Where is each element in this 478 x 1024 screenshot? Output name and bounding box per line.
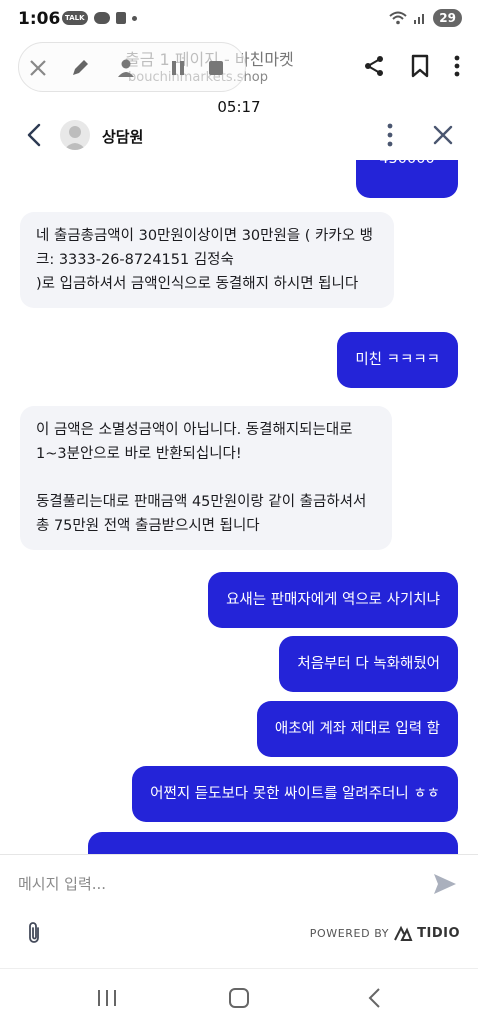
download-icon (115, 12, 126, 24)
bookmark-icon[interactable] (410, 54, 430, 78)
more-vert-icon[interactable] (454, 55, 460, 77)
outgoing-message: 요새는 판매자에게 역으로 사기치냐 (208, 572, 458, 628)
powered-by-label: POWERED BY (309, 926, 390, 940)
kakaotalk-icon: TALK (62, 11, 88, 25)
outgoing-message: 미친 ㅋㅋㅋㅋ (337, 332, 458, 388)
outgoing-message: 처음부터 다 녹화해뒀어 (279, 636, 458, 692)
more-vert-icon[interactable] (386, 122, 394, 152)
outgoing-message (88, 832, 458, 854)
screen-recorder-controls[interactable] (18, 42, 246, 92)
home-icon[interactable] (228, 987, 250, 1013)
powered-by-tidio[interactable]: POWERED BY TIDIO (310, 924, 460, 942)
back-icon[interactable] (366, 987, 382, 1013)
outgoing-message: 애초에 계좌 제대로 입력 함 (256, 701, 458, 757)
message-list[interactable]: 450000 네 출금총금액이 30만원이상이면 30만원을 ( 카카오 뱅크:… (0, 160, 478, 854)
browser-toolbar: 출금 1 페이지 - 바친마켓 bouchinmarkets.shop (0, 40, 478, 96)
person-icon[interactable] (115, 57, 137, 79)
share-icon[interactable] (362, 54, 386, 78)
system-nav-bar (0, 968, 478, 1024)
battery-icon: 29 (433, 9, 462, 27)
dot-icon (131, 15, 137, 21)
stop-icon[interactable] (205, 57, 227, 79)
status-bar: 1:06 TALK 29 (0, 0, 478, 40)
message-input[interactable] (18, 872, 408, 896)
outgoing-message: 450000 (356, 160, 458, 198)
recent-apps-icon[interactable] (96, 989, 118, 1011)
chat-header: 상담원 (0, 112, 478, 160)
back-arrow-icon[interactable] (22, 122, 46, 152)
wifi-icon (389, 11, 407, 25)
notification-icons: TALK (62, 11, 137, 25)
paperclip-icon[interactable] (24, 920, 44, 950)
outgoing-message: 어쩐지 듣도보다 못한 싸이트를 알려주더니 ㅎㅎ (132, 766, 458, 822)
incoming-message: 네 출금총금액이 30만원이상이면 30만원을 ( 카카오 뱅크: 3333-2… (20, 212, 394, 308)
browser-actions (362, 54, 460, 78)
system-icons: 29 (389, 9, 462, 27)
status-time: 1:06 (18, 9, 61, 29)
chat-bubble-icon (93, 12, 110, 24)
tidio-logo-icon (394, 925, 413, 941)
tidio-brand: TIDIO (417, 925, 460, 941)
close-icon[interactable] (432, 124, 454, 150)
signal-icon (414, 14, 425, 24)
agent-name: 상담원 (102, 128, 144, 146)
close-x-icon[interactable] (27, 57, 49, 79)
pause-icon[interactable] (167, 57, 189, 79)
incoming-message: 이 금액은 소멸성금액이 아닙니다. 동결해지되는대로 1~3분안으로 바로 반… (20, 406, 392, 550)
composer-divider (0, 854, 478, 855)
pen-icon[interactable] (69, 57, 91, 79)
send-icon[interactable] (432, 872, 458, 900)
avatar-icon (60, 120, 90, 150)
